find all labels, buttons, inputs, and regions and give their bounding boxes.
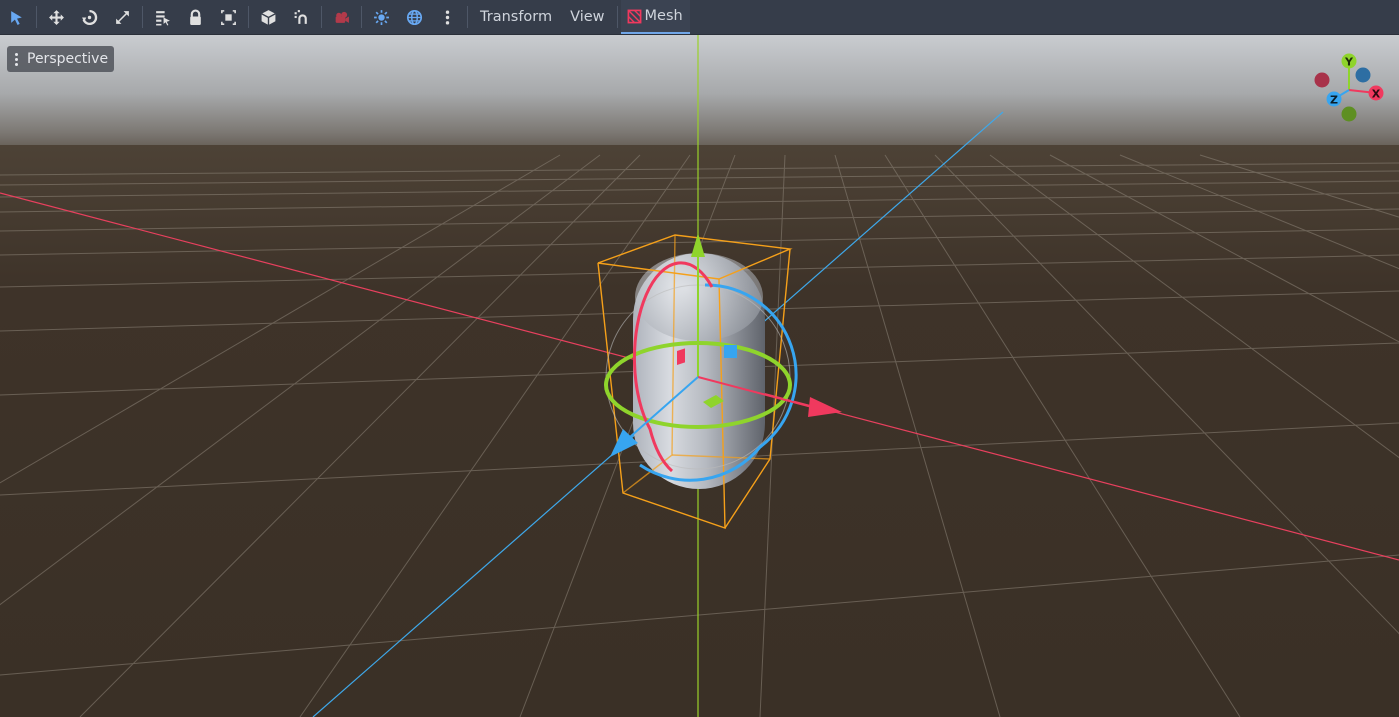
toolbar-separator [467,6,468,28]
rotate-tool[interactable] [73,0,106,34]
x-axis-handle[interactable]: X [1368,85,1384,101]
scale-tool[interactable] [106,0,139,34]
camera-icon [335,11,349,23]
local-space-tool[interactable] [252,0,285,34]
more-options[interactable] [431,0,464,34]
scene-canvas[interactable] [0,35,1399,717]
cube-icon [261,9,276,25]
axis-orientation-gizmo[interactable]: Y X Z [1308,49,1390,131]
sun-toggle[interactable] [365,0,398,34]
globe-icon [406,9,423,25]
list-select-icon [156,10,170,25]
snap-magnet-icon [294,9,307,24]
3d-viewport[interactable]: Perspective Y X Z [0,35,1399,717]
move-xy-plane-handle[interactable] [724,345,737,358]
lock-tool[interactable] [179,0,212,34]
sun-icon [374,9,389,25]
x-axis-label: X [1372,88,1381,101]
group-tool[interactable] [212,0,245,34]
view-menu[interactable]: View [561,0,613,34]
mesh-menu-label: Mesh [644,8,683,24]
neg-x-axis-handle[interactable] [1314,72,1330,88]
toolbar-separator [361,6,362,28]
vertical-dots-icon [445,9,450,25]
environment-toggle[interactable] [398,0,431,34]
toolbar-separator [142,6,143,28]
group-icon [221,9,236,25]
mesh-menu[interactable]: Mesh [620,0,690,34]
lock-icon [190,9,201,25]
toolbar-separator [321,6,322,28]
move-icon [49,9,64,25]
mesh-icon [627,9,641,23]
z-axis-label: Z [1330,94,1338,107]
z-axis-handle[interactable]: Z [1326,91,1342,107]
viewport-toolbar: Transform View Mesh [0,0,1399,35]
neg-z-axis-handle[interactable] [1355,67,1371,83]
toolbar-separator [248,6,249,28]
camera-preview-tool[interactable] [325,0,358,34]
scale-icon [116,10,129,24]
vertical-dots-icon [13,52,19,66]
rotate-icon [82,9,98,25]
select-tool[interactable] [0,0,33,34]
select-arrow-icon [11,10,22,25]
list-select-tool[interactable] [146,0,179,34]
snap-tool[interactable] [285,0,318,34]
perspective-menu-button[interactable]: Perspective [7,46,115,72]
y-axis-label: Y [1344,56,1354,69]
perspective-label: Perspective [27,51,109,67]
toolbar-separator [616,6,618,28]
y-axis-handle[interactable]: Y [1341,53,1357,69]
move-tool[interactable] [40,0,73,34]
toolbar-separator [36,6,37,28]
move-yz-plane-handle[interactable] [677,348,685,366]
transform-menu[interactable]: Transform [471,0,561,34]
neg-y-axis-handle[interactable] [1341,106,1357,122]
